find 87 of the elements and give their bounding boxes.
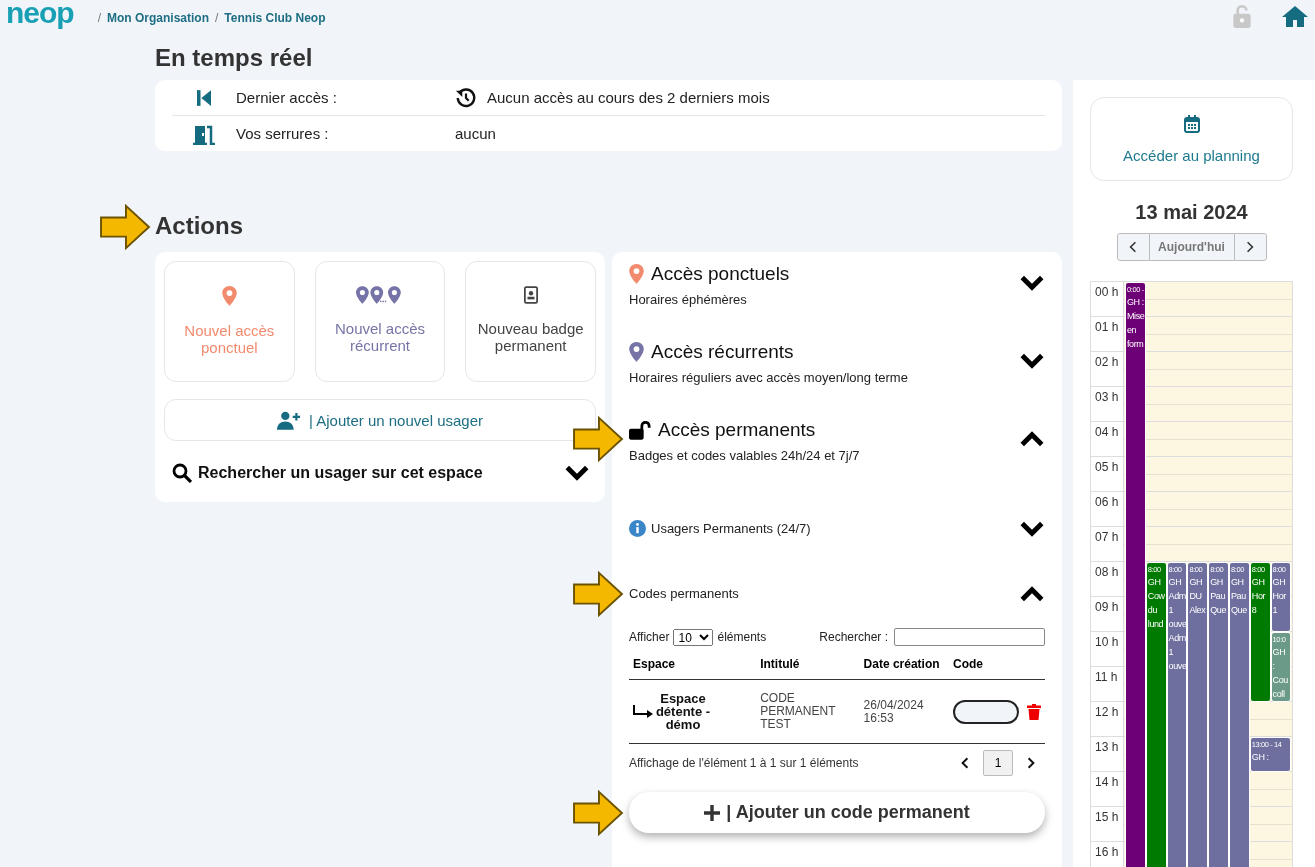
hour-label: 14 h	[1091, 772, 1124, 806]
page-button[interactable]: 1	[983, 750, 1013, 776]
logo[interactable]: neop	[6, 0, 74, 28]
section-title: En temps réel	[155, 44, 314, 73]
subsection-heading: Codes permanents	[629, 586, 739, 601]
section-title: Actions	[155, 212, 243, 240]
column-header: Date création	[859, 654, 949, 680]
hour-label: 07 h	[1091, 527, 1124, 561]
breadcrumb-separator: /	[215, 11, 219, 25]
hour-label: 13 h	[1091, 737, 1124, 771]
map-pin-icon	[221, 286, 237, 306]
return-arrow-icon	[633, 705, 653, 718]
unlocked-padlock-icon	[629, 420, 651, 440]
search-label: Rechercher :	[819, 630, 888, 644]
add-code-button[interactable]: | Ajouter un code permanent	[629, 792, 1045, 833]
field-label: Vos serrures :	[236, 125, 330, 142]
chevron-down-icon[interactable]	[1019, 519, 1045, 538]
map-pins-icon	[356, 286, 404, 304]
info-icon	[629, 520, 646, 537]
chevron-down-icon[interactable]	[1019, 352, 1045, 370]
chevron-left-icon	[1129, 241, 1137, 253]
chevron-left-icon[interactable]	[961, 757, 969, 769]
section-heading: Accès permanents	[658, 418, 816, 442]
field-label: Dernier accès :	[236, 89, 338, 106]
previous-day-button[interactable]	[1116, 233, 1150, 261]
hour-label: 05 h	[1091, 457, 1124, 491]
table-cell-text: Espace détente - démo	[654, 692, 712, 731]
section-description: Badges et codes valables 24h/24 et 7j/7	[629, 448, 860, 463]
hour-label: 16 h	[1091, 842, 1124, 867]
section-description: Horaires éphémères	[629, 292, 748, 307]
hour-label: 11 h	[1091, 667, 1124, 701]
chevron-up-icon[interactable]	[1019, 584, 1045, 603]
chevron-right-icon	[1246, 241, 1254, 253]
map-pin-icon	[629, 342, 644, 362]
chevron-down-icon[interactable]	[564, 464, 590, 482]
hour-label: 01 h	[1091, 317, 1124, 351]
hour-label: 12 h	[1091, 702, 1124, 736]
planning-button[interactable]: Accéder au planning	[1090, 97, 1293, 181]
calendar-icon	[1183, 114, 1200, 133]
chevron-up-icon[interactable]	[1019, 430, 1045, 448]
action-tile[interactable]: Nouvel accès récurrent	[314, 261, 446, 382]
plus-icon	[704, 804, 721, 821]
hour-label: 03 h	[1091, 387, 1124, 421]
show-label: Afficher	[629, 630, 670, 644]
page-size-select[interactable]: 10	[673, 628, 714, 646]
show-suffix: éléments	[717, 630, 767, 644]
subsection-heading: Usagers Permanents (24/7)	[651, 521, 811, 536]
table-info: Affichage de l'élément 1 à 1 sur 1 éléments	[629, 756, 859, 770]
search-user-label[interactable]: Rechercher un usager sur cet espace	[198, 464, 558, 482]
hour-label: 02 h	[1091, 352, 1124, 386]
trash-icon[interactable]	[1027, 703, 1041, 720]
breadcrumb-separator: /	[97, 11, 101, 25]
hour-label: 00 h	[1091, 282, 1124, 316]
hour-label: 06 h	[1091, 492, 1124, 526]
hour-label: 04 h	[1091, 422, 1124, 456]
table-cell: 26/04/2024 16:53	[859, 679, 949, 744]
id-badge-icon	[523, 286, 538, 304]
chevron-right-icon[interactable]	[1027, 757, 1035, 769]
add-user-button[interactable]: | Ajouter un nouvel usager	[164, 399, 596, 441]
hour-label: 08 h	[1091, 562, 1124, 596]
breadcrumb-link[interactable]: Tennis Club Neop	[224, 11, 326, 25]
home-icon[interactable]	[1281, 4, 1309, 28]
chevron-down-icon[interactable]	[1019, 274, 1045, 292]
field-value: Aucun accès au cours des 2 derniers mois	[487, 89, 770, 106]
map-pin-icon	[629, 264, 644, 284]
search-field[interactable]	[894, 628, 1045, 646]
column-header: Code	[949, 654, 1023, 680]
table-cell: CODE PERMANENT TEST	[756, 679, 860, 744]
field-value: aucun	[455, 125, 496, 142]
column-header: Intitulé	[756, 654, 860, 680]
search-icon	[172, 463, 192, 483]
column-header: Espace	[629, 654, 757, 680]
breadcrumb-link[interactable]: Mon Organisation	[107, 11, 209, 25]
code-field[interactable]	[953, 699, 1019, 724]
hour-label: 09 h	[1091, 597, 1124, 631]
skip-back-icon	[197, 88, 211, 107]
hour-label: 15 h	[1091, 807, 1124, 841]
section-heading: Accès récurrents	[651, 340, 794, 364]
section-description: Horaires réguliers avec accès moyen/long terme	[629, 370, 908, 385]
hour-label: 10 h	[1091, 632, 1124, 666]
calendar-date: 13 mai 2024	[1134, 201, 1249, 224]
today-button[interactable]: Aujourd'hui	[1149, 233, 1234, 261]
section-heading: Accès ponctuels	[651, 262, 790, 286]
action-tile[interactable]: Nouveau badge permanent	[465, 261, 596, 382]
user-plus-icon	[277, 410, 301, 430]
history-icon	[455, 86, 477, 109]
next-day-button[interactable]	[1233, 233, 1267, 261]
